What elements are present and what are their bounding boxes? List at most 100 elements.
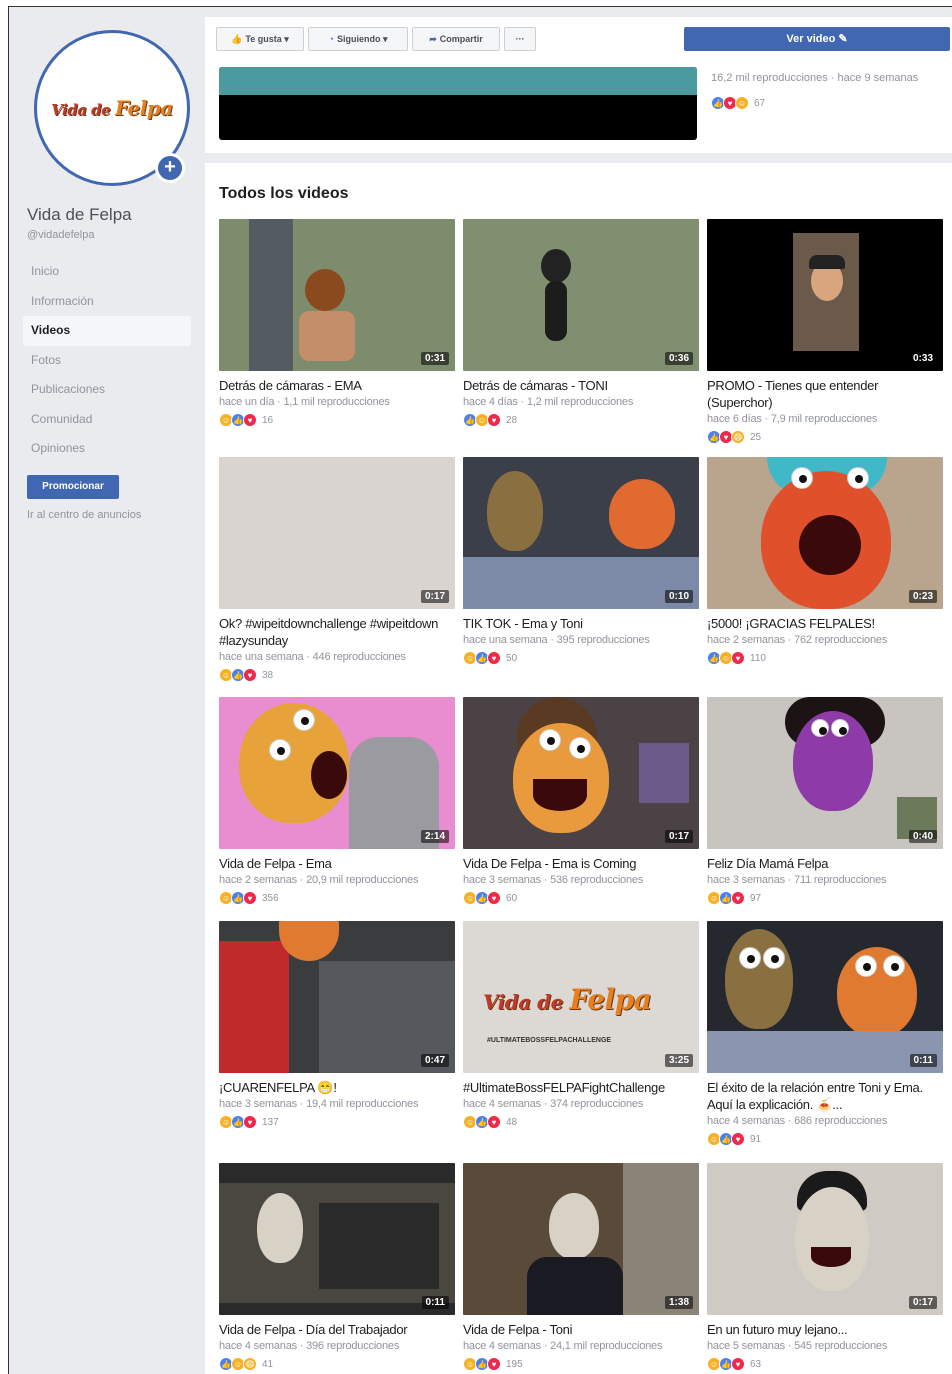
thumb-art (623, 1163, 699, 1315)
video-title[interactable]: Vida de Felpa - Día del Trabajador (219, 1321, 455, 1338)
video-card[interactable]: 0:11 Vida de Felpa - Día del Trabajador … (219, 1163, 455, 1371)
video-reactions[interactable]: ☺ 👍 ♥ 356 (219, 891, 455, 905)
video-thumbnail[interactable]: 1:38 (463, 1163, 699, 1315)
video-title[interactable]: En un futuro muy lejano... (707, 1321, 943, 1338)
logo-text-a: Vida de (483, 990, 563, 1014)
video-title[interactable]: Detrás de cámaras - TONI (463, 377, 699, 394)
video-duration: 0:10 (664, 590, 693, 603)
video-card[interactable]: 0:36 Detrás de cámaras - TONI hace 4 día… (463, 219, 699, 427)
ads-center-link[interactable]: Ir al centro de anuncios (27, 509, 141, 521)
reaction-count: 28 (506, 414, 518, 426)
video-title[interactable]: ¡5000! ¡GRACIAS FELPALES! (707, 615, 943, 632)
reaction-count: 48 (506, 1116, 518, 1128)
video-title[interactable]: #UltimateBossFELPAFightChallenge (463, 1079, 699, 1096)
video-reactions[interactable]: 👍 ☺ ☹ 41 (219, 1357, 455, 1371)
reaction-count: 50 (506, 652, 518, 664)
video-thumbnail[interactable]: 0:11 (707, 921, 943, 1073)
video-reactions[interactable]: ☺ 👍 ♥ 97 (707, 891, 943, 905)
video-title[interactable]: Detrás de cámaras - EMA (219, 377, 455, 394)
video-meta: hace 5 semanas · 545 reproducciones (707, 1340, 888, 1352)
video-title[interactable]: Vida de Felpa - Ema (219, 855, 455, 872)
video-title[interactable]: El éxito de la relación entre Toni y Ema… (707, 1079, 943, 1113)
video-title[interactable]: Ok? #wipeitdownchallenge #wipeitdown #la… (219, 615, 455, 649)
sidebar-item-comunidad[interactable]: Comunidad (23, 405, 191, 435)
video-card[interactable]: 2:14 Vida de Felpa - Ema hace 2 semanas … (219, 697, 455, 905)
video-reactions[interactable]: ☺ 👍 ♥ 48 (463, 1115, 699, 1129)
thumb-art (707, 1031, 943, 1073)
video-thumbnail[interactable]: 0:40 (707, 697, 943, 849)
video-thumbnail[interactable]: 0:36 (463, 219, 699, 371)
video-title[interactable]: Vida De Felpa - Ema is Coming (463, 855, 699, 872)
video-reactions[interactable]: ☺ 👍 ♥ 91 (707, 1132, 943, 1146)
video-title[interactable]: PROMO - Tienes que entender (Superchor) (707, 377, 943, 411)
video-thumbnail[interactable]: 0:10 (463, 457, 699, 609)
love-reaction-icon: ♥ (487, 1115, 501, 1129)
video-card[interactable]: 0:17 En un futuro muy lejano... hace 5 s… (707, 1163, 943, 1371)
following-button[interactable]: ◔ Siguiendo ▾ (308, 27, 408, 51)
sidebar-item-opiniones[interactable]: Opiniones (23, 434, 191, 464)
video-reactions[interactable]: ☺ 👍 ♥ 137 (219, 1115, 455, 1129)
sidebar-item-informacion[interactable]: Información (23, 287, 191, 317)
thumb-art (811, 1247, 851, 1267)
video-title[interactable]: Feliz Día Mamá Felpa (707, 855, 943, 872)
video-thumbnail[interactable]: 0:23 (707, 457, 943, 609)
video-thumbnail[interactable]: 0:47 (219, 921, 455, 1073)
video-reactions[interactable]: ☺ 👍 ♥ 16 (219, 413, 455, 427)
watch-video-button[interactable]: Ver video ✎ (684, 27, 950, 51)
video-card[interactable]: 0:23 ¡5000! ¡GRACIAS FELPALES! hace 2 se… (707, 457, 943, 665)
logo-text-a: Vida de (51, 101, 111, 119)
sidebar-item-inicio[interactable]: Inicio (23, 257, 191, 287)
video-thumbnail[interactable]: 0:17 (219, 457, 455, 609)
sidebar-item-publicaciones[interactable]: Publicaciones (23, 375, 191, 405)
video-card[interactable]: 0:17 Vida De Felpa - Ema is Coming hace … (463, 697, 699, 905)
video-reactions[interactable]: ☺ 👍 ♥ 38 (219, 668, 455, 682)
video-reactions[interactable]: ☺ 👍 ♥ 63 (707, 1357, 943, 1371)
video-meta: hace 4 semanas · 24,1 mil reproducciones (463, 1340, 663, 1352)
thumb-art (811, 719, 829, 737)
page-handle[interactable]: @vidadefelpa (27, 229, 94, 241)
page-name[interactable]: Vida de Felpa (27, 205, 132, 225)
video-reactions[interactable]: 👍 ☺ ♥ 110 (707, 651, 943, 665)
video-thumbnail[interactable]: 0:17 (463, 697, 699, 849)
featured-video-thumbnail[interactable] (219, 67, 697, 140)
sidebar-item-fotos[interactable]: Fotos (23, 346, 191, 376)
video-card[interactable]: 0:47 ¡CUARENFELPA 😁! hace 3 semanas · 19… (219, 921, 455, 1129)
video-reactions[interactable]: ☺ 👍 ♥ 195 (463, 1357, 699, 1371)
video-duration: 3:25 (664, 1054, 693, 1067)
add-photo-icon[interactable]: + (155, 153, 185, 183)
video-card[interactable]: 0:17 Ok? #wipeitdownchallenge #wipeitdow… (219, 457, 455, 682)
video-thumbnail[interactable]: 0:17 (707, 1163, 943, 1315)
video-meta: hace 4 semanas · 396 reproducciones (219, 1340, 400, 1352)
more-options-button[interactable]: ··· (504, 27, 536, 51)
like-page-button[interactable]: 👍 Te gusta ▾ (216, 27, 304, 51)
video-thumbnail[interactable]: 0:11 (219, 1163, 455, 1315)
video-card[interactable]: 0:33 PROMO - Tienes que entender (Superc… (707, 219, 943, 444)
video-thumbnail[interactable]: 2:14 (219, 697, 455, 849)
video-title[interactable]: Vida de Felpa - Toni (463, 1321, 699, 1338)
video-thumbnail[interactable]: Vida de Felpa #ULTIMATEBOSSFELPACHALLENG… (463, 921, 699, 1073)
love-reaction-icon: ♥ (487, 891, 501, 905)
video-title[interactable]: TIK TOK - Ema y Toni (463, 615, 699, 632)
video-card[interactable]: 1:38 Vida de Felpa - Toni hace 4 semanas… (463, 1163, 699, 1371)
video-thumbnail[interactable]: 0:33 (707, 219, 943, 371)
video-reactions[interactable]: ☺ 👍 ♥ 50 (463, 651, 699, 665)
love-reaction-icon: ♥ (731, 891, 745, 905)
video-reactions[interactable]: ☺ 👍 ♥ 60 (463, 891, 699, 905)
video-card[interactable]: 0:11 El éxito de la relación entre Toni … (707, 921, 943, 1146)
video-thumbnail[interactable]: 0:31 (219, 219, 455, 371)
featured-reactions[interactable]: 👍 ♥ ☺ 67 (711, 96, 765, 110)
video-card[interactable]: 0:40 Feliz Día Mamá Felpa hace 3 semanas… (707, 697, 943, 905)
love-reaction-icon: ♥ (243, 668, 257, 682)
video-card[interactable]: 0:10 TIK TOK - Ema y Toni hace una seman… (463, 457, 699, 665)
video-card[interactable]: 0:31 Detrás de cámaras - EMA hace un día… (219, 219, 455, 427)
reaction-count: 91 (750, 1133, 762, 1145)
promote-button[interactable]: Promocionar (27, 475, 119, 499)
video-duration: 0:11 (421, 1296, 449, 1309)
video-title[interactable]: ¡CUARENFELPA 😁! (219, 1079, 455, 1096)
sidebar-item-videos[interactable]: Videos (23, 316, 191, 346)
love-reaction-icon: ♥ (731, 1132, 745, 1146)
video-card[interactable]: Vida de Felpa #ULTIMATEBOSSFELPACHALLENG… (463, 921, 699, 1129)
share-button[interactable]: ➦ Compartir (412, 27, 500, 51)
video-reactions[interactable]: 👍 ☺ ♥ 28 (463, 413, 699, 427)
video-reactions[interactable]: 👍 ♥ ☹ 25 (707, 430, 943, 444)
